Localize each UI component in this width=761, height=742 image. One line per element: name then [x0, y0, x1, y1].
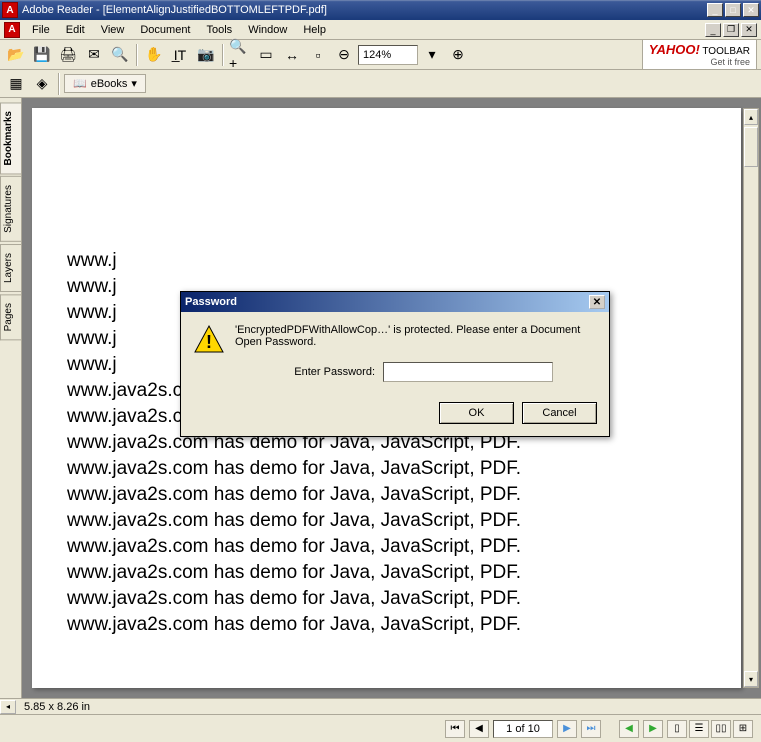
print-icon[interactable]: 🖨 — [56, 43, 80, 67]
menu-help[interactable]: Help — [295, 22, 334, 38]
warning-icon: ! — [193, 324, 225, 356]
title-text: Adobe Reader - [ElementAlignJustifiedBOT… — [22, 4, 707, 16]
fit-width-icon[interactable]: ↔ — [280, 43, 304, 67]
vertical-scrollbar[interactable]: ▴ ▾ — [743, 108, 759, 688]
zoom-in-button[interactable]: ⊕ — [446, 43, 470, 67]
toolbar-main: 📂 💾 🖨 ✉ 🔍 ✋ I̲T 📷 🔍+ ▭ ↔ ▫ ⊖ 124% ▾ ⊕ YA… — [0, 40, 761, 70]
ok-button[interactable]: OK — [439, 402, 514, 424]
minimize-button[interactable]: _ — [707, 3, 723, 17]
password-input[interactable] — [383, 362, 553, 382]
tool-icon-2[interactable]: ◈ — [30, 72, 54, 96]
separator — [222, 44, 224, 66]
save-icon[interactable]: 💾 — [30, 43, 54, 67]
snapshot-icon[interactable]: 📷 — [194, 43, 218, 67]
menubar: A File Edit View Document Tools Window H… — [0, 20, 761, 40]
zoom-out-button[interactable]: ⊖ — [332, 43, 356, 67]
text-select-icon[interactable]: I̲T — [168, 43, 192, 67]
scroll-up-icon[interactable]: ▴ — [744, 109, 758, 125]
menu-document[interactable]: Document — [132, 22, 198, 38]
toolbar-secondary: ▦ ◈ 📖 eBooks ▾ — [0, 70, 761, 98]
text-line: www.j — [32, 248, 741, 274]
text-line: www.java2s.com has demo for Java, JavaSc… — [32, 456, 741, 482]
doc-minimize-button[interactable]: _ — [705, 23, 721, 37]
cancel-button[interactable]: Cancel — [522, 402, 597, 424]
dialog-message: 'EncryptedPDFWithAllowCop…' is protected… — [235, 324, 597, 348]
app-icon: A — [2, 2, 18, 18]
doc-close-button[interactable]: ✕ — [741, 23, 757, 37]
sidebar: Bookmarks Signatures Layers Pages — [0, 98, 22, 698]
titlebar: A Adobe Reader - [ElementAlignJustifiedB… — [0, 0, 761, 20]
password-dialog: Password ✕ ! 'EncryptedPDFWithAllowCop…'… — [180, 291, 610, 437]
yahoo-toolbar-ad[interactable]: YAHOO! TOOLBAR Get it free — [642, 39, 757, 70]
menu-edit[interactable]: Edit — [58, 22, 93, 38]
hand-tool-icon[interactable]: ✋ — [142, 43, 166, 67]
menu-file[interactable]: File — [24, 22, 58, 38]
actual-size-icon[interactable]: ▫ — [306, 43, 330, 67]
horizontal-scrollbar: ◂ 5.85 x 8.26 in — [0, 698, 761, 714]
text-line: www.java2s.com has demo for Java, JavaSc… — [32, 612, 741, 638]
ebooks-button[interactable]: 📖 eBooks ▾ — [64, 74, 146, 93]
text-line: www.java2s.com has demo for Java, JavaSc… — [32, 560, 741, 586]
text-line: www.java2s.com has demo for Java, JavaSc… — [32, 586, 741, 612]
sidebar-tab-pages[interactable]: Pages — [0, 294, 21, 340]
maximize-button[interactable]: □ — [725, 3, 741, 17]
email-icon[interactable]: ✉ — [82, 43, 106, 67]
ebooks-icon: 📖 — [73, 77, 87, 90]
dialog-close-button[interactable]: ✕ — [589, 295, 605, 309]
dialog-title: Password — [185, 296, 589, 308]
separator — [136, 44, 138, 66]
menu-view[interactable]: View — [93, 22, 133, 38]
search-icon[interactable]: 🔍 — [108, 43, 132, 67]
open-icon[interactable]: 📂 — [4, 43, 28, 67]
text-line: www.java2s.com has demo for Java, JavaSc… — [32, 482, 741, 508]
statusbar: ⏮ ◀ 1 of 10 ▶ ⏭ ◀ ▶ ▯ ☰ ▯▯ ⊞ — [0, 714, 761, 742]
separator — [58, 73, 60, 95]
dialog-titlebar: Password ✕ — [181, 292, 609, 312]
tool-icon-1[interactable]: ▦ — [4, 72, 28, 96]
menu-tools[interactable]: Tools — [199, 22, 241, 38]
page-dimensions: 5.85 x 8.26 in — [16, 701, 90, 713]
sidebar-tab-signatures[interactable]: Signatures — [0, 176, 21, 242]
scroll-down-icon[interactable]: ▾ — [744, 671, 758, 687]
sidebar-tab-bookmarks[interactable]: Bookmarks — [0, 102, 21, 174]
doc-restore-button[interactable]: ❐ — [723, 23, 739, 37]
fit-page-icon[interactable]: ▭ — [254, 43, 278, 67]
zoom-dropdown-icon[interactable]: ▾ — [420, 43, 444, 67]
doc-icon: A — [4, 22, 20, 38]
svg-text:!: ! — [206, 332, 212, 352]
chevron-down-icon: ▾ — [131, 77, 137, 90]
zoom-input[interactable]: 124% — [358, 45, 418, 65]
close-button[interactable]: ✕ — [743, 3, 759, 17]
scroll-thumb[interactable] — [744, 127, 758, 167]
password-label: Enter Password: — [235, 366, 375, 378]
text-line: www.java2s.com has demo for Java, JavaSc… — [32, 534, 741, 560]
scroll-left-icon[interactable]: ◂ — [0, 700, 16, 714]
menu-window[interactable]: Window — [240, 22, 295, 38]
text-line: www.java2s.com has demo for Java, JavaSc… — [32, 508, 741, 534]
sidebar-tab-layers[interactable]: Layers — [0, 244, 21, 292]
zoom-in-icon[interactable]: 🔍+ — [228, 43, 252, 67]
